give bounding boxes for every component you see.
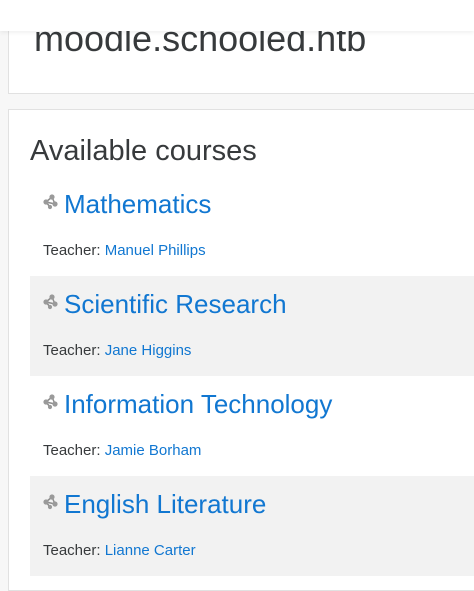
course-link-information-technology[interactable]: Information Technology <box>64 388 332 420</box>
course-icon <box>42 293 59 310</box>
course-icon <box>42 393 59 410</box>
teacher-label: Teacher: <box>43 542 105 559</box>
course-link-scientific-research[interactable]: Scientific Research <box>64 288 287 320</box>
teacher-label: Teacher: <box>43 242 105 259</box>
course-icon <box>42 493 59 510</box>
teacher-info: Teacher: Manuel Phillips <box>43 242 206 260</box>
course-row-english-literature: English Literature Teacher: Lianne Carte… <box>30 476 474 576</box>
teacher-link-manuel-phillips[interactable]: Manuel Phillips <box>105 242 206 259</box>
available-courses-card: Available courses Mathematics Teacher: M… <box>8 109 474 591</box>
teacher-info: Teacher: Jane Higgins <box>43 342 191 360</box>
teacher-info: Teacher: Jamie Borham <box>43 442 201 460</box>
teacher-link-lianne-carter[interactable]: Lianne Carter <box>105 542 196 559</box>
course-icon <box>42 193 59 210</box>
course-row-scientific-research: Scientific Research Teacher: Jane Higgin… <box>30 276 474 376</box>
teacher-label: Teacher: <box>43 442 105 459</box>
teacher-link-jane-higgins[interactable]: Jane Higgins <box>105 342 192 359</box>
teacher-link-jamie-borham[interactable]: Jamie Borham <box>105 442 202 459</box>
top-navbar <box>0 0 474 31</box>
course-link-mathematics[interactable]: Mathematics <box>64 188 211 220</box>
course-link-english-literature[interactable]: English Literature <box>64 488 266 520</box>
course-row-mathematics: Mathematics Teacher: Manuel Phillips <box>30 176 474 276</box>
teacher-info: Teacher: Lianne Carter <box>43 542 196 560</box>
teacher-label: Teacher: <box>43 342 105 359</box>
available-courses-heading: Available courses <box>30 135 257 167</box>
course-row-information-technology: Information Technology Teacher: Jamie Bo… <box>30 376 474 476</box>
course-list: Mathematics Teacher: Manuel Phillips Sci… <box>30 176 474 576</box>
